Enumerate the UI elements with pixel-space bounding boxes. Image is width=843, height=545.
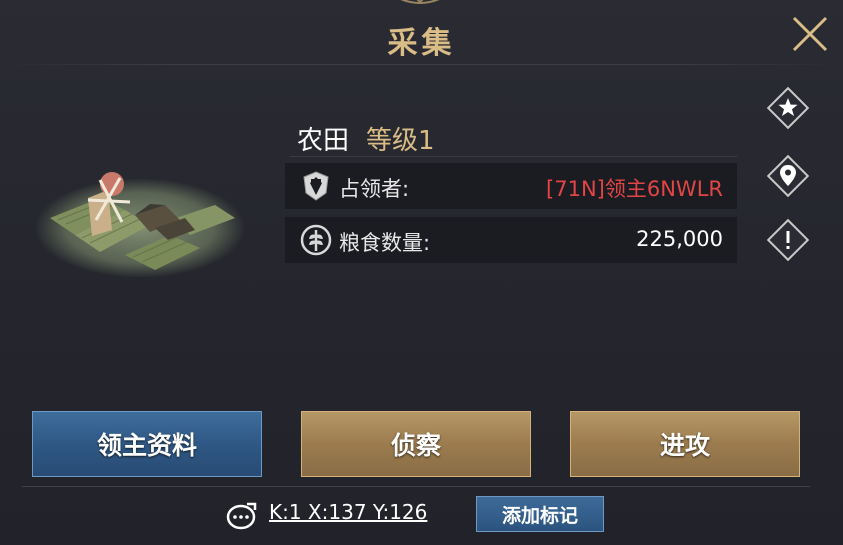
- tile-name: 农田: [297, 126, 350, 156]
- coordinates-link[interactable]: K:1 X:137 Y:126: [269, 500, 427, 524]
- occupant-label: 占领者:: [339, 177, 410, 201]
- footer-divider: [22, 486, 810, 487]
- title-ornament-icon: [400, 0, 440, 4]
- share-coordinates-icon[interactable]: [225, 500, 259, 530]
- name-divider: [290, 156, 737, 157]
- lord-info-button[interactable]: 领主资料: [32, 411, 262, 477]
- gather-panel: 采集 农田 等级1 占领者: [71N]领主6NWLR 粮食数量: 225,00…: [0, 0, 843, 545]
- scout-button[interactable]: 侦察: [301, 411, 531, 477]
- occupant-row: 占领者: [71N]领主6NWLR: [285, 163, 737, 209]
- add-mark-button[interactable]: 添加标记: [476, 496, 604, 532]
- food-value: 225,000: [636, 227, 723, 251]
- farm-illustration: [35, 172, 245, 278]
- star-icon[interactable]: [765, 85, 811, 131]
- header-divider: [0, 64, 843, 65]
- exclamation-icon[interactable]: [765, 217, 811, 263]
- close-icon[interactable]: [788, 12, 832, 56]
- occupant-value[interactable]: [71N]领主6NWLR: [546, 173, 723, 203]
- map-pin-icon[interactable]: [765, 153, 811, 199]
- food-row: 粮食数量: 225,000: [285, 217, 737, 263]
- attack-button[interactable]: 进攻: [570, 411, 800, 477]
- occupant-shield-icon: [303, 171, 329, 201]
- food-label: 粮食数量:: [339, 231, 431, 255]
- page-title: 采集: [387, 26, 456, 61]
- food-resource-icon: [300, 224, 332, 256]
- tile-level: 等级1: [366, 126, 435, 156]
